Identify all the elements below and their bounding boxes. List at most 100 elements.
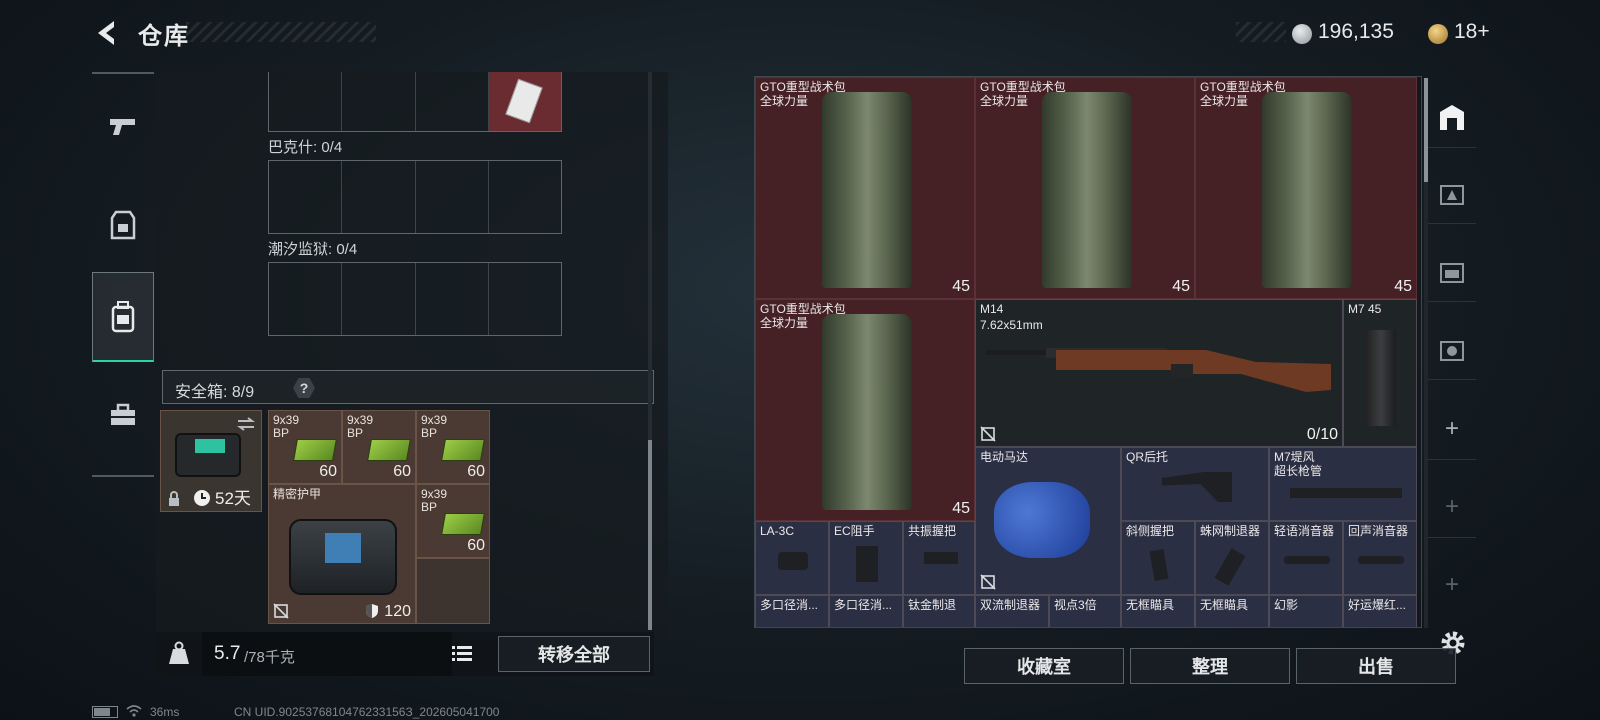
ammo-box-icon: [441, 513, 485, 535]
attachment-item[interactable]: 钛金制退: [903, 595, 975, 627]
attachment-item[interactable]: 共振握把: [903, 521, 975, 595]
locked-page-plus-icon: +: [1428, 476, 1476, 538]
attachment-item[interactable]: EC阻手: [829, 521, 903, 595]
attachment-item[interactable]: 视点3倍: [1049, 595, 1121, 627]
collection-room-button[interactable]: 收藏室: [964, 648, 1124, 684]
ammo-item[interactable]: 9x39 BP 60: [416, 410, 490, 484]
bakhsh-slots[interactable]: [268, 160, 562, 234]
ammo-item[interactable]: 9x39 BP 60: [416, 484, 490, 558]
safe-box-label: 安全箱: 8/9: [175, 384, 255, 401]
ammo-item[interactable]: 9x39 BP 60: [342, 410, 416, 484]
title-stripe: [186, 22, 376, 42]
add-page-plus-icon[interactable]: +: [1428, 398, 1476, 460]
stash-home-tab[interactable]: [1428, 86, 1476, 148]
attachment-item[interactable]: 多口径消...: [755, 595, 829, 627]
backpack-image: [1262, 92, 1352, 288]
attachment-item[interactable]: 轻语消音器: [1269, 521, 1343, 595]
left-scroll-thumb[interactable]: [648, 440, 652, 630]
ammo-item[interactable]: 9x39 BP 60: [268, 410, 342, 484]
sell-button[interactable]: 出售: [1296, 648, 1456, 684]
attachment-item[interactable]: LA-3C: [755, 521, 829, 595]
item-name: 无框瞄具: [1126, 598, 1175, 612]
swap-icon[interactable]: [237, 417, 255, 431]
armor-item[interactable]: 精密护甲 120: [268, 484, 416, 624]
back-button[interactable]: [92, 18, 122, 48]
bakhsh-capacity: 巴克什: 0/4: [268, 139, 343, 156]
lock-icon: [169, 491, 179, 506]
qr-stock-item[interactable]: QR后托: [1121, 447, 1269, 521]
attachment-item[interactable]: 双流制退器: [975, 595, 1049, 627]
help-icon[interactable]: ?: [293, 378, 315, 398]
ammo-name: 9x39 BP: [347, 413, 374, 440]
item-name: 斜侧握把: [1126, 524, 1175, 538]
stash-page-2[interactable]: [1428, 162, 1476, 224]
case-days: 52天: [215, 489, 251, 508]
attachment-item[interactable]: 无框瞄具: [1195, 595, 1269, 627]
stash-page-4[interactable]: [1428, 318, 1476, 380]
empty-safe-slot[interactable]: [416, 558, 490, 624]
attachment-item[interactable]: 蛛网制退器: [1195, 521, 1269, 595]
player-inventory-panel: 巴克什: 0/4 潮汐监狱: 0/4 安全箱: 8/9 ? 52天 9x39 B…: [156, 72, 668, 640]
attachment-item[interactable]: 斜侧握把: [1121, 521, 1195, 595]
stash-home-icon: [1440, 104, 1464, 130]
item-name: 多口径消...: [760, 598, 819, 612]
attachment-item[interactable]: 幻影: [1269, 595, 1343, 627]
item-name: LA-3C: [760, 524, 795, 538]
item-sub: 全球力量: [1200, 94, 1249, 108]
attachment-item[interactable]: 回声消音器: [1343, 521, 1417, 595]
stash-page-3[interactable]: [1428, 240, 1476, 302]
m14-rifle-item[interactable]: M14 7.62x51mm 0/10: [975, 299, 1343, 447]
stash-grid: GTO重型战术包 全球力量 45 GTO重型战术包 全球力量 45 GTO重型战…: [754, 76, 1422, 628]
backpack-slot-row[interactable]: [268, 72, 562, 132]
backpack-icon: [111, 300, 135, 332]
weapon-tab[interactable]: [92, 96, 154, 158]
item-name: 电动马达: [980, 450, 1029, 464]
electric-motor-item[interactable]: 电动马达: [975, 447, 1121, 595]
no-insure-icon: [980, 426, 996, 442]
item-name: 钛金制退: [908, 598, 957, 612]
battery-icon: [92, 706, 118, 718]
gold-coin-icon: [1428, 24, 1448, 44]
tidy-button[interactable]: 整理: [1130, 648, 1290, 684]
pistol-icon: [110, 119, 135, 135]
attachment-item[interactable]: 好运爆红...: [1343, 595, 1417, 627]
item-caliber: 7.62x51mm: [980, 318, 1043, 332]
armor-name: 精密护甲: [273, 487, 322, 501]
gto-bag-item[interactable]: GTO重型战术包 全球力量 45: [1195, 77, 1417, 299]
armor-durability: 120: [384, 603, 411, 620]
m7-mag-item[interactable]: M7 45: [1343, 299, 1417, 447]
attachment-item[interactable]: 无框瞄具: [1121, 595, 1195, 627]
item-sub: 全球力量: [760, 94, 809, 108]
attachment-item[interactable]: 多口径消...: [829, 595, 903, 627]
card-item-icon[interactable]: [488, 72, 561, 131]
m7-barrel-item[interactable]: M7堤风 超长枪管: [1269, 447, 1417, 521]
no-insure-icon: [980, 574, 996, 590]
category-nav: [92, 72, 154, 477]
list-icon[interactable]: [452, 645, 472, 663]
item-name: EC阻手: [834, 524, 875, 538]
item-name: M7堤风 超长枪管: [1274, 450, 1323, 478]
locked-page-plus-icon: +: [1444, 571, 1459, 598]
armor-tab[interactable]: [92, 194, 154, 256]
stash-page-4-icon: [1440, 340, 1464, 361]
toolbox-tab[interactable]: [92, 384, 154, 446]
barrel-image: [1290, 488, 1402, 498]
ammo-box-icon: [367, 439, 411, 461]
backpack-image: [822, 314, 912, 510]
backpack-tab[interactable]: [92, 272, 154, 362]
ammo-count: 60: [393, 463, 411, 480]
safe-case-slot[interactable]: 52天: [160, 410, 262, 512]
gto-bag-item[interactable]: GTO重型战术包 全球力量 45: [975, 77, 1195, 299]
ammo-count: 60: [467, 463, 485, 480]
gto-bag-item[interactable]: GTO重型战术包 全球力量 45: [755, 299, 975, 521]
backpack-image: [1042, 92, 1132, 288]
armor-screen: [325, 533, 361, 563]
back-arrow-icon: [98, 21, 114, 45]
motor-image: [994, 482, 1090, 558]
gto-bag-item[interactable]: GTO重型战术包 全球力量 45: [755, 77, 975, 299]
stash-page-2-icon: [1440, 184, 1464, 205]
transfer-all-button[interactable]: 转移全部: [498, 636, 650, 672]
gold-amount[interactable]: 18+: [1454, 20, 1490, 44]
item-name: M7 45: [1348, 302, 1382, 316]
tidal-prison-slots[interactable]: [268, 262, 562, 336]
